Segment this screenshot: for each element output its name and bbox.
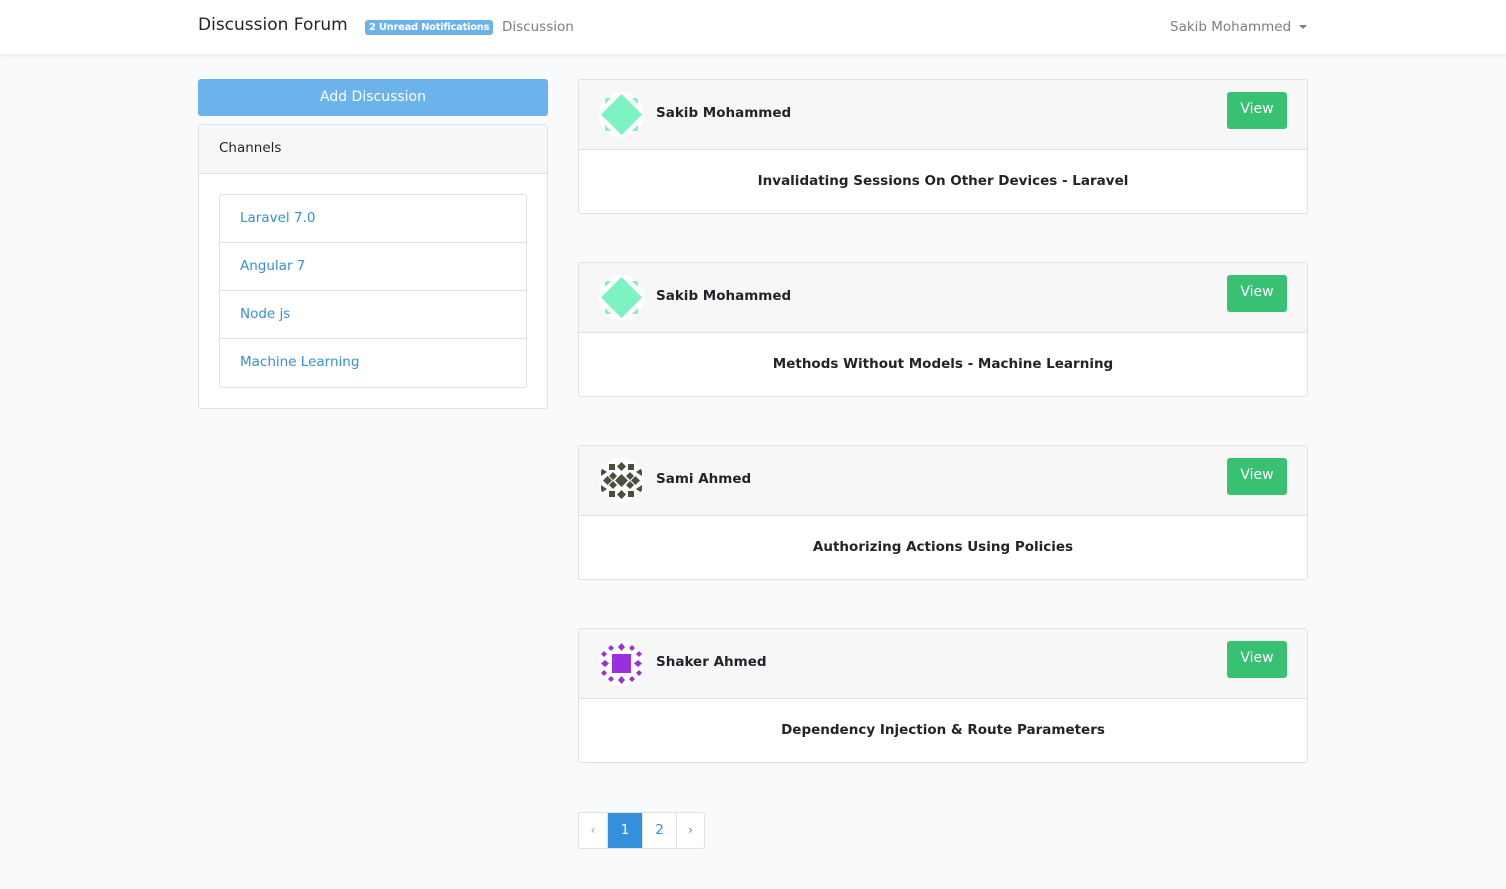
discussion-card-header: Shaker Ahmed View [579, 629, 1307, 699]
discussion-title: Methods Without Models - Machine Learnin… [772, 356, 1114, 372]
discussion-card-header: Sakib Mohammed View [579, 263, 1307, 333]
discussion-card: Sami Ahmed View Authorizing Actions Usin… [578, 445, 1308, 580]
green-diamond-identicon-icon [599, 275, 644, 320]
discussion-author: Sakib Mohammed [656, 105, 792, 121]
discussion-author: Sami Ahmed [656, 471, 752, 487]
discussion-title: Invalidating Sessions On Other Devices -… [757, 173, 1129, 189]
pagination-page-1[interactable]: 1 [607, 813, 642, 848]
view-button[interactable]: View [1227, 275, 1287, 312]
discussion-title: Authorizing Actions Using Policies [812, 539, 1074, 555]
discussion-card-header: Sami Ahmed View [579, 446, 1307, 516]
channel-item-laravel[interactable]: Laravel 7.0 [220, 195, 526, 243]
discussion-author: Shaker Ahmed [656, 654, 767, 670]
channel-item-nodejs[interactable]: Node js [220, 291, 526, 339]
discussion-title: Dependency Injection & Route Parameters [781, 722, 1105, 738]
discussion-card: Shaker Ahmed View Dependency Injection &… [578, 628, 1308, 763]
user-menu-dropdown[interactable]: Sakib Mohammed [1170, 19, 1308, 35]
top-navbar: Discussion Forum 2 Unread Notifications … [0, 0, 1506, 55]
channel-item-machine-learning[interactable]: Machine Learning [220, 339, 526, 387]
add-discussion-button[interactable]: Add Discussion [198, 79, 548, 116]
view-button[interactable]: View [1227, 641, 1287, 678]
notifications-badge[interactable]: 2 Unread Notifications [365, 20, 494, 35]
pagination-prev-button[interactable]: ‹ [579, 813, 607, 848]
discussion-card-header: Sakib Mohammed View [579, 80, 1307, 150]
purple-square-identicon-icon [599, 641, 644, 686]
discussion-card: Sakib Mohammed View Methods Without Mode… [578, 262, 1308, 397]
view-button[interactable]: View [1227, 92, 1287, 129]
discussion-author: Sakib Mohammed [656, 288, 792, 304]
brand-link[interactable]: Discussion Forum [198, 15, 348, 35]
caret-down-icon [1299, 25, 1308, 29]
nav-link-discussion[interactable]: Discussion [502, 19, 574, 35]
channel-item-angular[interactable]: Angular 7 [220, 243, 526, 291]
green-diamond-identicon-icon [599, 92, 644, 137]
view-button[interactable]: View [1227, 458, 1287, 495]
pagination-next-button[interactable]: › [676, 813, 704, 848]
pagination-page-2[interactable]: 2 [642, 813, 676, 848]
user-name: Sakib Mohammed [1170, 19, 1292, 35]
olive-pattern-identicon-icon [599, 458, 644, 503]
channels-card: Channels Laravel 7.0 Angular 7 Node js M… [198, 124, 548, 409]
discussion-card: Sakib Mohammed View Invalidating Session… [578, 79, 1308, 214]
channel-list: Laravel 7.0 Angular 7 Node js Machine Le… [219, 194, 527, 388]
pagination: ‹ 1 2 › [578, 812, 705, 849]
channels-header: Channels [199, 125, 547, 174]
